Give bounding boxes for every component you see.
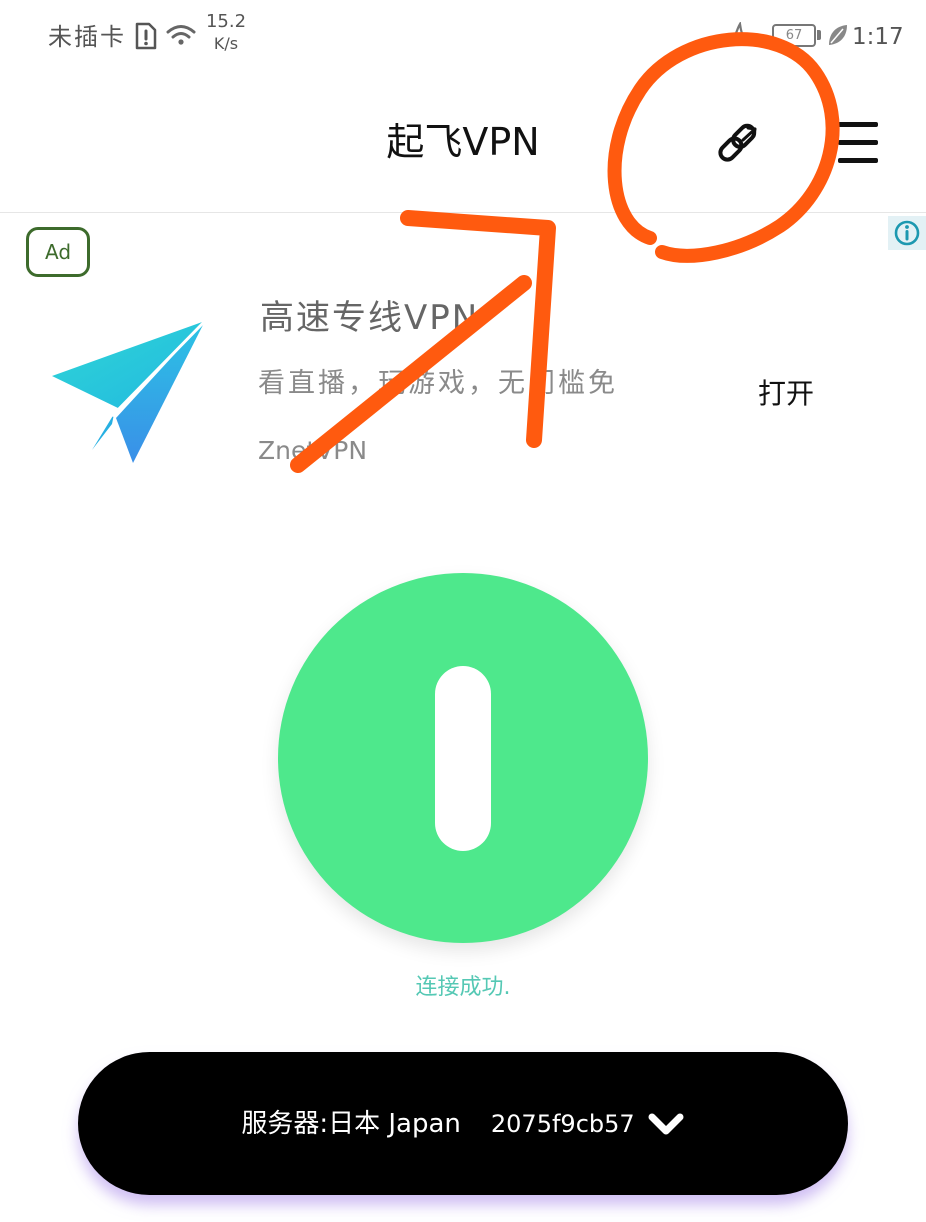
menu-line (838, 158, 878, 163)
app-header: 起飞VPN (0, 75, 926, 213)
battery-icon: 67 (772, 24, 816, 47)
ad-open-button[interactable]: 打开 (750, 374, 822, 414)
speed-unit: K/s (213, 34, 239, 53)
info-icon (894, 220, 920, 246)
server-id: 2075f9cb57 (490, 1109, 635, 1138)
leaf-icon (829, 25, 847, 45)
menu-line (838, 122, 878, 127)
paper-plane-app-icon (52, 319, 207, 463)
menu-icon[interactable] (838, 120, 878, 164)
link-icon[interactable] (712, 116, 764, 168)
chevron-down-icon[interactable] (647, 1111, 685, 1137)
sim-alert-icon (135, 22, 157, 50)
ad-banner[interactable]: Ad 高速专线VPN 看直播，玩游戏，无门槛免 ZnetVPN 打开 (0, 214, 926, 504)
connection-status: 连接成功. (415, 975, 511, 1000)
ad-app-name: ZnetVPN (258, 436, 368, 465)
clock: 1:17 (852, 24, 904, 50)
network-speed: 15.2 K/s (203, 11, 249, 55)
page-title: 起飞VPN (386, 120, 540, 164)
ad-info-button[interactable] (888, 216, 926, 250)
flame-icon (730, 22, 748, 46)
header-divider (0, 212, 926, 213)
power-toggle-icon (435, 666, 491, 851)
wifi-icon (166, 25, 196, 45)
server-selector[interactable]: 服务器:日本 Japan 2075f9cb57 (78, 1052, 848, 1195)
carrier-status: 未插卡 (48, 23, 126, 51)
status-bar: 未插卡 15.2 K/s 67 1:17 (0, 0, 926, 75)
battery-nub (817, 30, 821, 40)
connect-toggle-button[interactable] (278, 573, 648, 943)
speed-value: 15.2 (205, 11, 247, 32)
menu-line (838, 140, 878, 145)
ad-description: 看直播，玩游戏，无门槛免 (258, 368, 618, 399)
battery-level: 67 (785, 28, 803, 43)
ad-badge: Ad (26, 227, 90, 277)
server-label: 服务器:日本 Japan (241, 1108, 461, 1139)
ad-app-title: 高速专线VPN (260, 298, 480, 338)
